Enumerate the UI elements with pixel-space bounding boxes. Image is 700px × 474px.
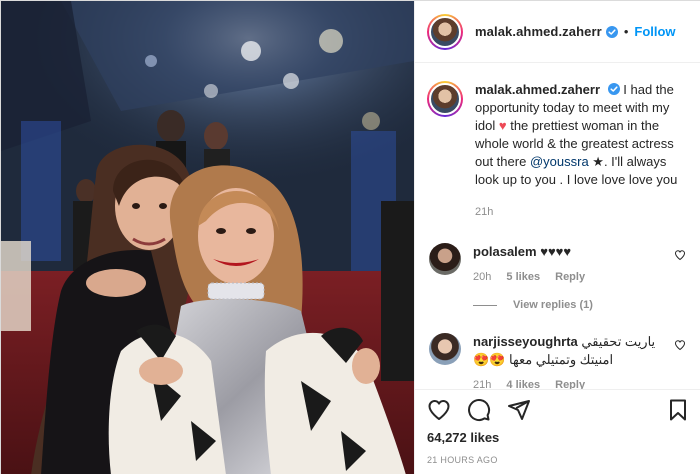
author-avatar[interactable] — [427, 13, 463, 50]
comment-reply-button[interactable]: Reply — [555, 271, 585, 283]
verified-badge-icon — [607, 83, 620, 95]
caption-timestamp[interactable]: 21h — [475, 203, 690, 221]
post-header: malak.ahmed.zaherr • Follow — [415, 1, 700, 63]
post-actions-area: 64,272 likes 21 HOURS AGO — [415, 389, 700, 474]
author-username[interactable]: malak.ahmed.zaherr — [475, 24, 602, 39]
comment-timestamp[interactable]: 21h — [473, 379, 491, 389]
caption-username[interactable]: malak.ahmed.zaherr — [475, 82, 600, 97]
caption-author-avatar[interactable] — [427, 81, 463, 117]
post-photo[interactable] — [1, 1, 414, 474]
comments-section[interactable]: malak.ahmed.zaherr I had the opportunity… — [415, 63, 700, 389]
post-modal: malak.ahmed.zaherr • Follow malak.ahmed.… — [0, 0, 700, 474]
commenter-avatar[interactable] — [429, 333, 461, 365]
post-side-panel: malak.ahmed.zaherr • Follow malak.ahmed.… — [414, 1, 700, 474]
comment-timestamp[interactable]: 20h — [473, 271, 491, 283]
view-replies-line — [473, 304, 497, 306]
likes-count[interactable]: 64,272 likes — [427, 430, 690, 445]
comment-item: narjisseyoughrta ياريت تحقيقي امنيتك وتم… — [427, 333, 690, 389]
view-replies-button[interactable]: View replies (1) — [473, 299, 690, 311]
comment-icon[interactable] — [467, 398, 491, 422]
heart-emoji: ♥ — [498, 118, 507, 133]
commenter-username[interactable]: narjisseyoughrta — [473, 334, 578, 349]
comment-reply-button[interactable]: Reply — [555, 379, 585, 389]
action-bar — [427, 390, 690, 430]
follow-button[interactable]: Follow — [634, 24, 675, 39]
view-replies-label: View replies (1) — [513, 299, 593, 311]
heart-outline-icon[interactable] — [674, 339, 686, 351]
mention-link[interactable]: @youssra — [530, 154, 589, 169]
verified-badge-icon — [605, 25, 618, 38]
bookmark-icon[interactable] — [666, 398, 690, 422]
post-caption: malak.ahmed.zaherr I had the opportunity… — [427, 63, 690, 221]
comment-text: ♥♥♥♥ — [540, 244, 572, 259]
comment-likes[interactable]: 5 likes — [506, 271, 540, 283]
comment-item: polasalem ♥♥♥♥ 20h 5 likes Reply — [427, 243, 690, 283]
commenter-avatar[interactable] — [429, 243, 461, 275]
share-icon[interactable] — [507, 398, 531, 422]
heart-outline-icon[interactable] — [427, 398, 451, 422]
post-timestamp[interactable]: 21 HOURS AGO — [427, 455, 690, 465]
comment-likes[interactable]: 4 likes — [506, 379, 540, 389]
heart-outline-icon[interactable] — [674, 249, 686, 261]
header-dot-separator: • — [623, 24, 629, 39]
commenter-username[interactable]: polasalem — [473, 244, 537, 259]
photo-illustration — [1, 1, 414, 474]
